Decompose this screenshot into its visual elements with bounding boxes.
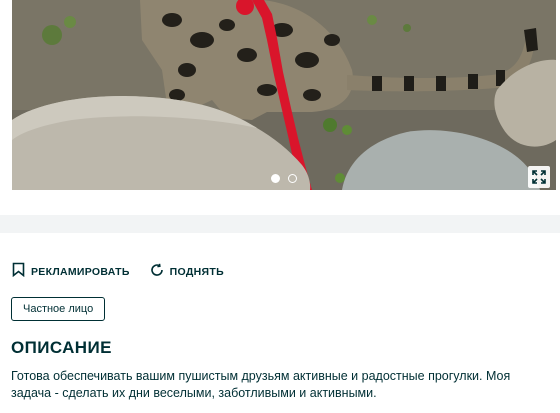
refresh-icon xyxy=(150,263,164,282)
seller-type-badge: Частное лицо xyxy=(11,297,106,321)
gallery-pagination xyxy=(12,174,556,183)
gallery-dot[interactable] xyxy=(288,174,297,183)
bookmark-icon xyxy=(12,262,25,282)
expand-icon[interactable] xyxy=(528,166,550,188)
description-title: ОПИСАНИЕ xyxy=(11,338,112,357)
raise-label: ПОДНЯТЬ xyxy=(169,266,224,278)
description-text: Готова обеспечивать вашим пушистым друзь… xyxy=(11,369,511,400)
raise-button[interactable]: ПОДНЯТЬ xyxy=(150,263,224,282)
listing-photo[interactable] xyxy=(12,0,556,190)
promote-button[interactable]: РЕКЛАМИРОВАТЬ xyxy=(12,262,130,282)
gallery-dot-active[interactable] xyxy=(271,174,280,183)
section-divider xyxy=(0,215,560,233)
photo-gallery[interactable] xyxy=(12,0,556,190)
promote-label: РЕКЛАМИРОВАТЬ xyxy=(31,266,130,278)
ad-actions: РЕКЛАМИРОВАТЬ ПОДНЯТЬ xyxy=(12,262,244,282)
